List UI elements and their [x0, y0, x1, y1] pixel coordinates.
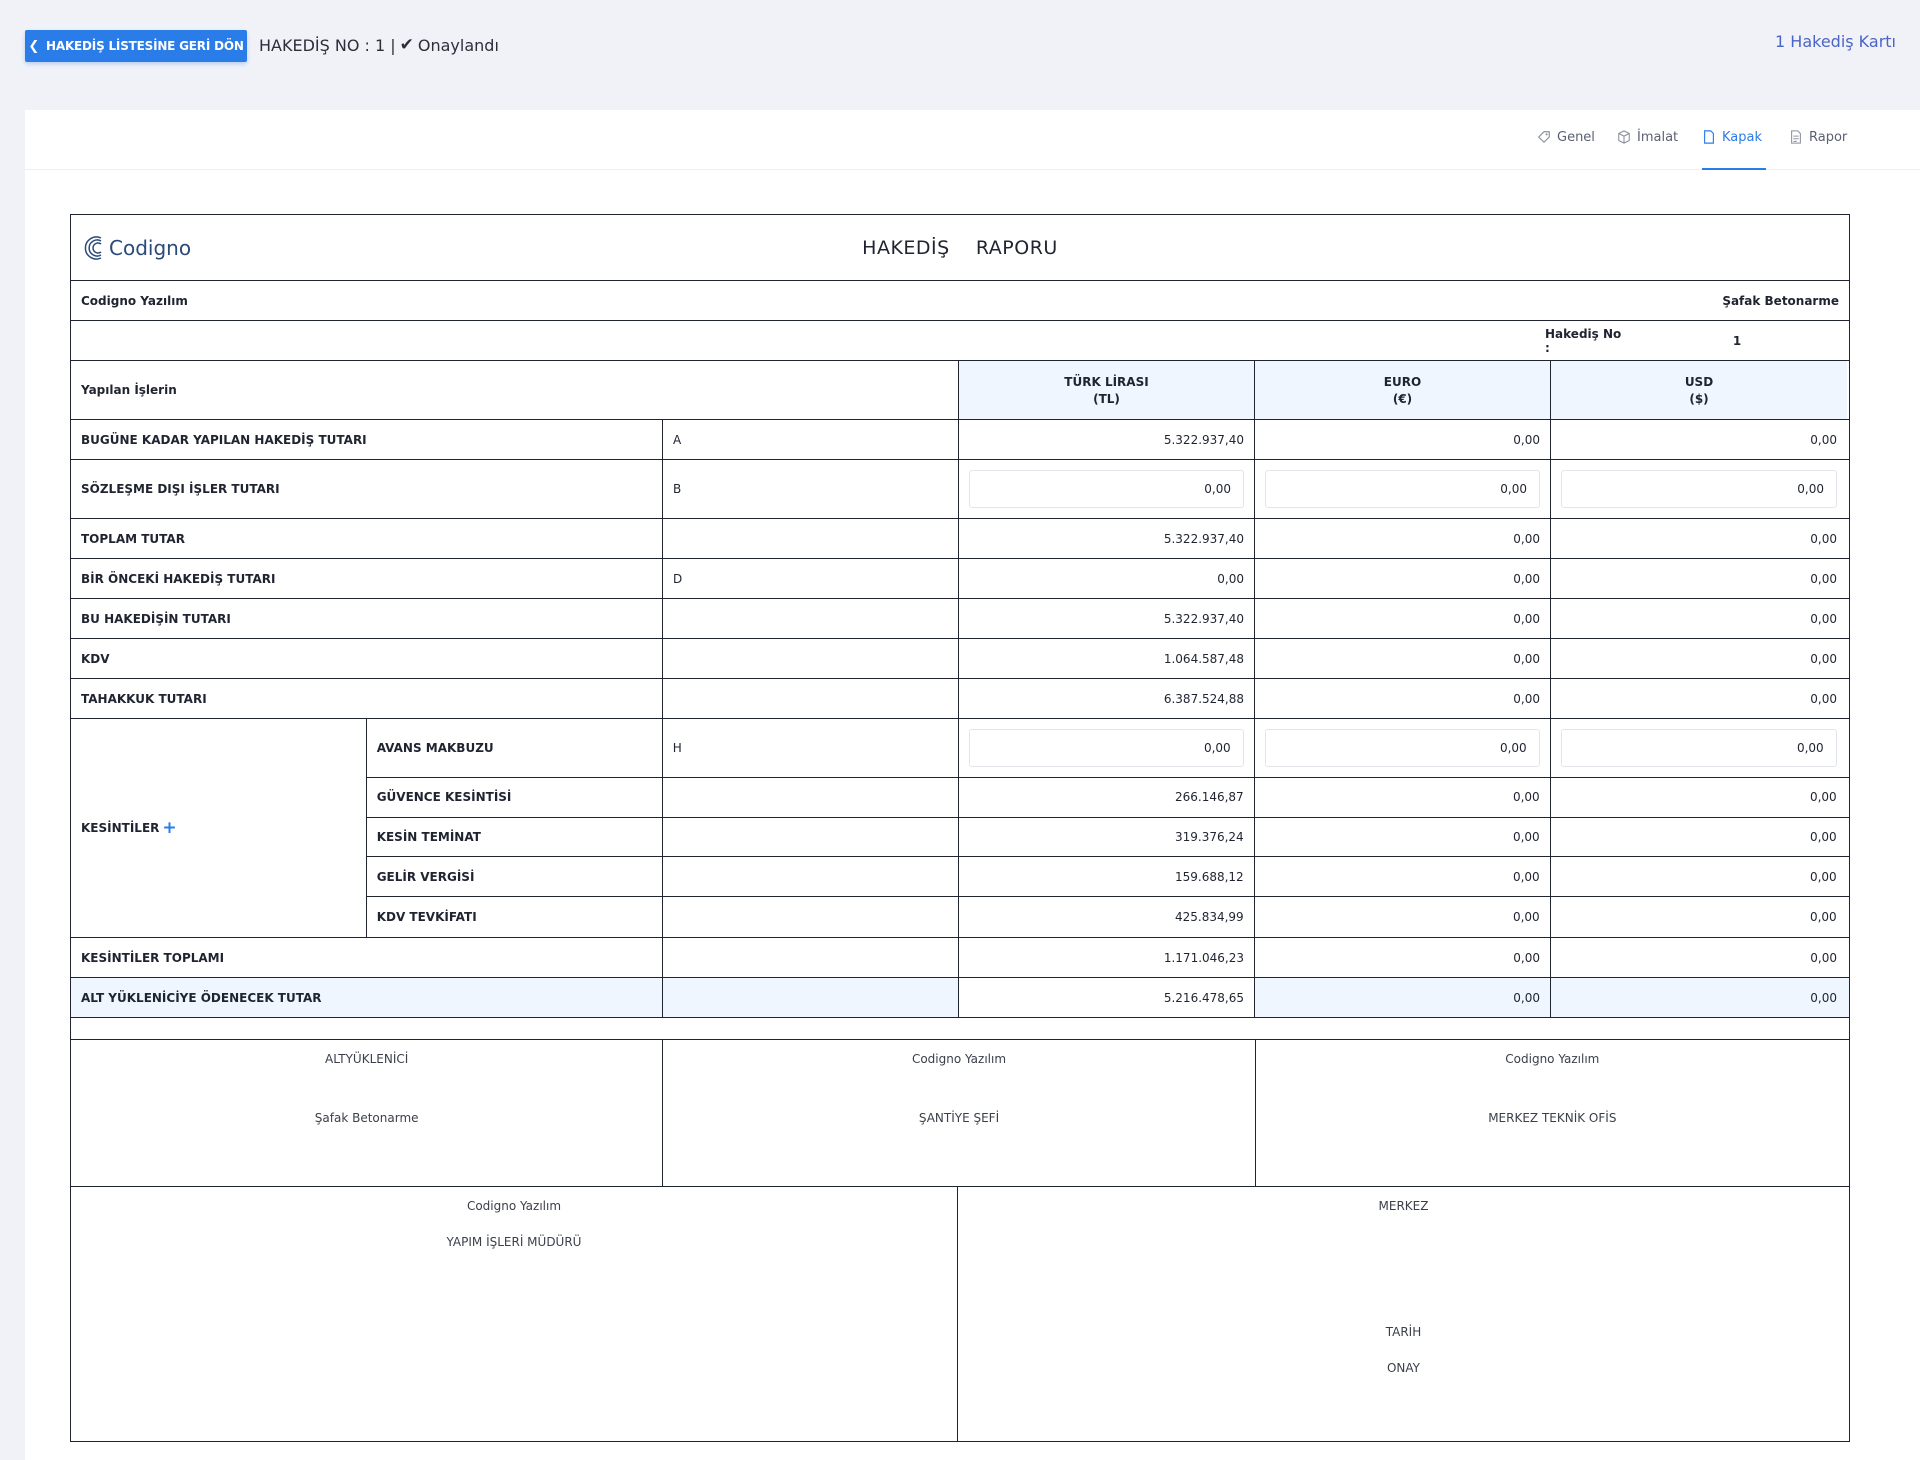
table-row: AVANS MAKBUZU H 0,00 0,00 0,00 [366, 719, 1849, 778]
hakedis-number: HAKEDİŞ NO : 1 | [259, 35, 396, 55]
extra-works-eur-input[interactable]: 0,00 [1265, 470, 1540, 508]
col-tl: TÜRK LİRASI (TL) [959, 361, 1255, 419]
report-sheet: Codigno HAKEDİŞ RAPORU Codigno Yazılım Ş… [70, 214, 1850, 1442]
tab-kapak[interactable]: Kapak [1702, 130, 1766, 170]
status-text: Onaylandı [417, 35, 499, 55]
col-usd: USD ($) [1551, 361, 1847, 419]
company-row: Codigno Yazılım Şafak Betonarme [71, 281, 1849, 321]
table-row: SÖZLEŞME DIŞI İŞLER TUTARI B 0,00 0,00 0… [71, 460, 1849, 519]
total-deductions-row: KESİNTİLER TOPLAMI 1.171.046,23 0,00 0,0… [71, 938, 1849, 978]
col-eur: EURO (€) [1255, 361, 1551, 419]
advance-usd-input[interactable]: 0,00 [1560, 728, 1837, 767]
main-panel: Genel İmalat Kapak Rapor Codigno HAKEDİŞ [25, 110, 1920, 1460]
document-icon [1791, 130, 1801, 144]
signature-row-bottom: Codigno Yazılım YAPIM İŞLERİ MÜDÜRÜ MERK… [71, 1187, 1849, 1441]
table-row: TAHAKKUK TUTARI 6.387.524,88 0,00 0,00 [71, 679, 1849, 719]
back-button-label: HAKEDİŞ LİSTESİNE GERİ DÖN [46, 39, 244, 53]
tab-bar: Genel İmalat Kapak Rapor [25, 110, 1920, 170]
box-icon [1618, 130, 1630, 144]
add-deduction-icon[interactable]: + [162, 818, 176, 838]
table-row: BİR ÖNCEKİ HAKEDİŞ TUTARI D 0,00 0,00 0,… [71, 559, 1849, 599]
advance-eur-input[interactable]: 0,00 [1264, 728, 1540, 767]
works-label: Yapılan İşlerin [71, 361, 959, 419]
hakedis-no-label: Hakediş No : [1545, 326, 1622, 355]
company-right: Şafak Betonarme [1722, 293, 1839, 308]
check-icon: ✔ [399, 35, 414, 55]
table-row: KDV 1.064.587,48 0,00 0,00 [71, 639, 1849, 679]
table-row: GELİR VERGİSİ 159.688,12 0,00 0,00 [366, 857, 1849, 898]
table-row: TOPLAM TUTAR 5.322.937,40 0,00 0,00 [71, 519, 1849, 559]
spacer-row [71, 1018, 1849, 1040]
table-row: KESİN TEMİNAT 319.376,24 0,00 0,00 [366, 817, 1849, 858]
hakedis-no-value: 1 [1732, 333, 1742, 348]
tab-rapor[interactable]: Rapor [1789, 130, 1847, 170]
signature-site-chief: Codigno Yazılım ŞANTİYE ŞEFİ [663, 1040, 1256, 1186]
table-row: BUGÜNE KADAR YAPILAN HAKEDİŞ TUTARI A 5.… [71, 420, 1849, 460]
signature-center: MERKEZ TARİH ONAY [1378, 1199, 1429, 1375]
hakedis-no-row: Hakediş No : 1 [71, 321, 1849, 361]
table-row: KDV TEVKİFATI 425.834,99 0,00 0,00 [367, 897, 1849, 937]
signature-works-manager: Codigno Yazılım YAPIM İŞLERİ MÜDÜRÜ [71, 1187, 958, 1441]
tag-icon [1537, 131, 1550, 144]
payable-row: ALT YÜKLENİCİYE ÖDENECEK TUTAR 5.216.478… [71, 978, 1849, 1018]
company-left: Codigno Yazılım [81, 293, 188, 308]
signature-technical-office: Codigno Yazılım MERKEZ TEKNİK OFİS [1488, 1052, 1617, 1125]
hakedis-card-link[interactable]: 1 Hakediş Kartı [1775, 32, 1896, 51]
deductions-block: KESİNTİLER + AVANS MAKBUZU H 0,00 0,00 0,… [71, 719, 1849, 938]
back-to-list-button[interactable]: ❮ HAKEDİŞ LİSTESİNE GERİ DÖN [25, 30, 247, 62]
report-header: Codigno HAKEDİŞ RAPORU [71, 215, 1849, 281]
breadcrumb: HAKEDİŞ NO : 1 | ✔ Onaylandı [259, 35, 499, 55]
report-title: HAKEDİŞ RAPORU [862, 236, 1058, 259]
deductions-label: KESİNTİLER + [71, 719, 367, 937]
signature-subcontractor: ALTYÜKLENİCİ Şafak Betonarme [71, 1040, 664, 1186]
tab-genel[interactable]: Genel [1537, 130, 1595, 170]
file-icon [1704, 130, 1714, 144]
table-row: GÜVENCE KESİNTİSİ 266.146,87 0,00 0,00 [366, 777, 1849, 818]
deductions-list: AVANS MAKBUZU H 0,00 0,00 0,00 GÜVENCE K… [366, 719, 1849, 937]
extra-works-usd-input[interactable]: 0,00 [1561, 470, 1837, 508]
tab-imalat[interactable]: İmalat [1617, 130, 1678, 170]
advance-tl-input[interactable]: 0,00 [968, 728, 1244, 767]
signature-row-top: ALTYÜKLENİCİ Şafak Betonarme Codigno Yaz… [71, 1040, 1849, 1187]
top-bar: ❮ HAKEDİŞ LİSTESİNE GERİ DÖN HAKEDİŞ NO … [0, 0, 1920, 92]
extra-works-tl-input[interactable]: 0,00 [969, 470, 1244, 508]
table-row: BU HAKEDİŞİN TUTARI 5.322.937,40 0,00 0,… [71, 599, 1849, 639]
column-header-row: Yapılan İşlerin TÜRK LİRASI (TL) EURO (€) … [71, 361, 1849, 420]
chevron-left-icon: ❮ [28, 38, 40, 54]
